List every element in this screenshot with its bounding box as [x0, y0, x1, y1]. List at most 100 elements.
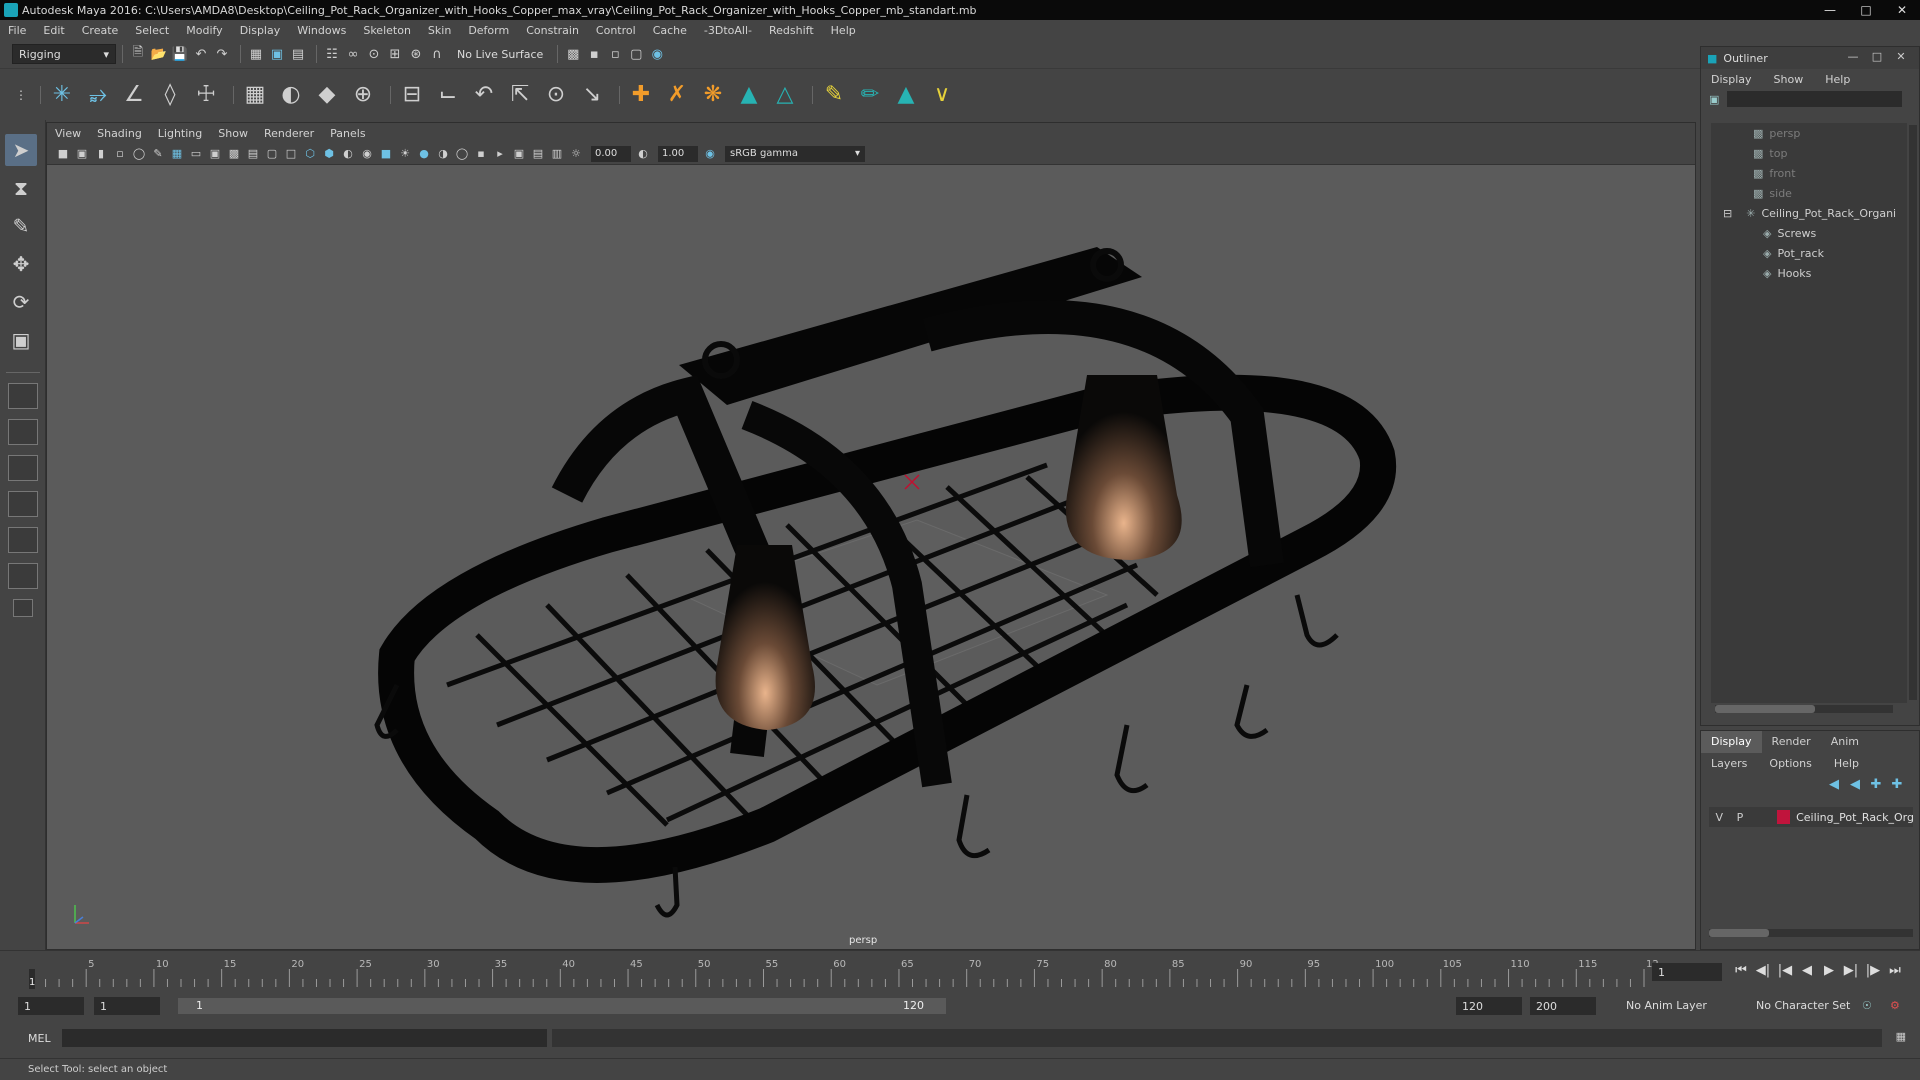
scroll-thumb[interactable]: [1715, 705, 1815, 713]
wireframe-icon[interactable]: ⬡: [302, 146, 318, 162]
locator-icon[interactable]: ✚: [626, 79, 656, 111]
mirror-weights-icon[interactable]: ▲: [734, 79, 764, 111]
outliner-persp-layout-icon[interactable]: [7, 527, 38, 553]
snap-curve-icon[interactable]: ∞: [344, 45, 362, 63]
outliner-item-pot-rack[interactable]: ◈ Pot_rack: [1711, 243, 1907, 263]
outliner-menu-show[interactable]: Show: [1774, 73, 1804, 86]
bind-pose-icon[interactable]: ✎: [819, 79, 849, 111]
two-d-pan-zoom-icon[interactable]: ◯: [131, 146, 147, 162]
lattice-icon[interactable]: ▦: [240, 79, 270, 111]
menu-windows[interactable]: Windows: [297, 24, 346, 37]
image-plane-icon[interactable]: ▫: [112, 146, 128, 162]
aim-constraint-icon[interactable]: ⊙: [541, 79, 571, 111]
safe-action-icon[interactable]: ▢: [264, 146, 280, 162]
script-language-label[interactable]: MEL: [28, 1032, 51, 1045]
select-tool-icon[interactable]: ➤: [5, 134, 37, 166]
viewport-menu-renderer[interactable]: Renderer: [264, 127, 314, 140]
viewport-menu-shading[interactable]: Shading: [97, 127, 142, 140]
menu-skin[interactable]: Skin: [428, 24, 451, 37]
graph-persp-layout-icon[interactable]: [7, 563, 38, 589]
menu-constrain[interactable]: Constrain: [526, 24, 579, 37]
new-layer-from-selection-icon[interactable]: ✚: [1888, 775, 1906, 793]
step-forward-key-icon[interactable]: ▶|: [1840, 963, 1862, 978]
menu-help[interactable]: Help: [831, 24, 856, 37]
outliner-menu-help[interactable]: Help: [1825, 73, 1850, 86]
field-chart-icon[interactable]: ▤: [245, 146, 261, 162]
wrap-deformer-icon[interactable]: ◆: [312, 79, 342, 111]
two-pane-stacked-layout-icon[interactable]: [7, 491, 38, 517]
grease-pencil-icon[interactable]: ✎: [150, 146, 166, 162]
close-icon[interactable]: ✕: [1884, 0, 1920, 20]
maximize-icon[interactable]: □: [1865, 50, 1889, 63]
outliner-item-group[interactable]: ⊟ ✳ Ceiling_Pot_Rack_Organi: [1711, 203, 1907, 223]
command-input[interactable]: [62, 1029, 547, 1047]
ambient-occlusion-icon[interactable]: ●: [416, 146, 432, 162]
hypershade-icon[interactable]: ◉: [648, 45, 666, 63]
camera-attributes-icon[interactable]: ▣: [74, 146, 90, 162]
copy-weights-icon[interactable]: △: [770, 79, 800, 111]
character-set-dropdown[interactable]: No Character Set: [1756, 999, 1850, 1012]
range-slider[interactable]: 1 120: [178, 998, 946, 1014]
step-forward-frame-icon[interactable]: |▶: [1862, 963, 1884, 978]
quick-rig-icon[interactable]: ∨: [927, 79, 957, 111]
outliner-horizontal-scrollbar[interactable]: [1715, 705, 1893, 713]
viewport-menu-view[interactable]: View: [55, 127, 81, 140]
create-joint-icon[interactable]: ✳: [47, 79, 77, 111]
exposure-field[interactable]: 0.00: [591, 145, 631, 162]
motion-blur-icon[interactable]: ◑: [435, 146, 451, 162]
select-component-icon[interactable]: ▤: [289, 45, 307, 63]
play-forward-icon[interactable]: ▶: [1818, 963, 1840, 978]
menu-3dtoall[interactable]: -3DtoAll-: [704, 24, 752, 37]
anim-layer-dropdown[interactable]: No Anim Layer: [1626, 999, 1707, 1012]
redo-icon[interactable]: ↷: [213, 45, 231, 63]
step-back-frame-icon[interactable]: ◀|: [1752, 963, 1774, 978]
menu-file[interactable]: File: [8, 24, 26, 37]
anti-aliasing-icon[interactable]: ◯: [454, 146, 470, 162]
shelf-options-icon[interactable]: ⋮: [14, 79, 28, 111]
gamma-icon[interactable]: ◐: [635, 146, 651, 162]
play-backward-icon[interactable]: ◀: [1796, 963, 1818, 978]
tab-render[interactable]: Render: [1762, 731, 1821, 753]
scale-constraint-icon[interactable]: ⇱: [505, 79, 535, 111]
time-slider[interactable]: 5 10 15 20 25 30 35 40 45 50 55 60 65 70 75 80 85 90 95 100…: [0, 950, 1920, 992]
outliner-item-persp[interactable]: ▩ persp: [1711, 123, 1907, 143]
tab-anim[interactable]: Anim: [1821, 731, 1869, 753]
playback-start-field[interactable]: 1: [94, 997, 160, 1015]
humanik-icon[interactable]: ☩: [191, 79, 221, 111]
save-scene-icon[interactable]: 💾: [171, 45, 189, 63]
textured-icon[interactable]: ◉: [359, 146, 375, 162]
orient-constraint-icon[interactable]: ↶: [469, 79, 499, 111]
auto-key-icon[interactable]: ☉: [1862, 999, 1872, 1012]
menuset-dropdown[interactable]: Rigging ▾: [12, 44, 116, 64]
menu-create[interactable]: Create: [82, 24, 119, 37]
collapse-icon[interactable]: ⊟: [1723, 207, 1732, 220]
film-gate-icon[interactable]: ▭: [188, 146, 204, 162]
layer-color-swatch[interactable]: [1776, 810, 1791, 824]
camera-select-icon[interactable]: ■: [55, 146, 71, 162]
outliner-item-front[interactable]: ▩ front: [1711, 163, 1907, 183]
layer-playback-toggle[interactable]: P: [1730, 811, 1751, 824]
use-all-lights-icon[interactable]: ■: [378, 146, 394, 162]
go-to-start-icon[interactable]: ⏮: [1730, 963, 1752, 978]
gate-mask-icon[interactable]: ▩: [226, 146, 242, 162]
render-view-icon[interactable]: ▢: [627, 45, 645, 63]
default-material-icon[interactable]: ◐: [340, 146, 356, 162]
outliner-vertical-scrollbar[interactable]: [1909, 125, 1917, 700]
maximize-icon[interactable]: □: [1848, 0, 1884, 20]
outliner-item-top[interactable]: ▩ top: [1711, 143, 1907, 163]
select-hierarchy-icon[interactable]: ▦: [247, 45, 265, 63]
layer-horizontal-scrollbar[interactable]: [1709, 929, 1913, 937]
menu-display[interactable]: Display: [240, 24, 281, 37]
muscle-icon[interactable]: ▲: [891, 79, 921, 111]
outliner-item-side[interactable]: ▩ side: [1711, 183, 1907, 203]
pole-vector-icon[interactable]: ↘: [577, 79, 607, 111]
paint-select-icon[interactable]: ✎: [5, 210, 37, 242]
playback-end-field[interactable]: 120: [1456, 997, 1522, 1015]
open-scene-icon[interactable]: 📂: [150, 45, 168, 63]
viewport-menu-show[interactable]: Show: [218, 127, 248, 140]
ipr-render-icon[interactable]: ▫: [606, 45, 624, 63]
minimize-icon[interactable]: —: [1841, 50, 1865, 63]
paint-skin-icon[interactable]: ✏: [855, 79, 885, 111]
four-pane-layout-icon[interactable]: [7, 419, 38, 445]
undo-icon[interactable]: ↶: [192, 45, 210, 63]
